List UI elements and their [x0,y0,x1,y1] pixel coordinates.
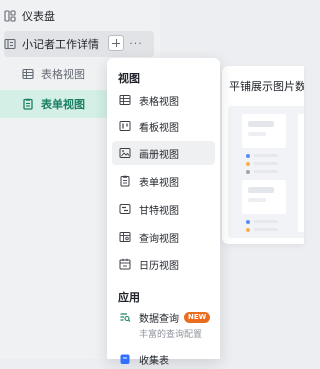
preview-card [242,114,286,148]
sidebar-item-dashboard[interactable]: 仪表盘 [4,3,55,29]
sidebar-item-label: 表单视图 [41,98,85,111]
grid-icon [22,68,34,80]
preview-title: 平铺展示图片数 [229,80,304,93]
sidebar-item-label: 表格视图 [41,68,85,81]
menu-item-label: 日历视图 [139,260,179,272]
form-icon [119,175,131,187]
menu-item-label: 收集表 [139,355,169,367]
preview-dot [246,220,250,224]
menu-item-gallery-view[interactable]: 画册视图 [112,141,215,165]
menu-item-query-view[interactable]: 查询视图 [112,225,215,249]
preview-card [242,180,286,214]
new-badge: NEW [184,311,211,323]
menu-item-data-query[interactable]: 数据查询 NEW 丰富的查询配置 [112,307,215,341]
sidebar-item-label: 仪表盘 [22,10,55,23]
apps-section-title: 应用 [118,291,140,304]
add-view-menu: 视图 表格视图 看板视图 画册视图 表单视图 甘特视图 查询视图 日历视图 应用… [107,58,220,367]
add-view-button[interactable] [108,35,124,51]
calendar-icon [119,258,131,270]
menu-item-label: 数据查询 [139,313,179,325]
table-icon [4,38,16,50]
gantt-icon [119,203,131,215]
grid-icon [119,94,131,106]
menu-item-grid-view[interactable]: 表格视图 [112,88,215,112]
data-query-row: 数据查询 NEW [112,309,211,325]
sidebar-item-label: 小记者工作详情 [22,38,99,51]
kanban-icon [119,120,131,132]
more-icon[interactable]: ··· [128,35,144,51]
menu-item-kanban-view[interactable]: 看板视图 [112,114,215,138]
menu-item-calendar-view[interactable]: 日历视图 [112,252,215,276]
menu-item-label: 表单视图 [139,177,179,189]
menu-item-label: 画册视图 [139,149,179,161]
sidebar-item-table[interactable]: 小记者工作详情 ··· [4,31,154,57]
form-icon [22,98,34,110]
menu-item-label: 看板视图 [139,122,179,134]
gallery-preview-image [228,106,304,238]
gallery-icon [119,147,131,159]
sidebar-item-grid-view[interactable]: 表格视图 [22,61,85,87]
data-query-icon [119,311,131,323]
views-section-title: 视图 [118,72,140,85]
preview-dot [246,154,250,158]
preview-line [254,162,278,165]
preview-line [254,228,278,231]
menu-item-label: 甘特视图 [139,205,179,217]
preview-dot [246,162,250,166]
preview-column [298,114,304,232]
menu-item-label: 表格视图 [139,96,179,108]
preview-dot [246,170,250,174]
preview-line [254,220,278,223]
preview-dot [246,228,250,232]
menu-item-description: 丰富的查询配置 [139,330,203,340]
menu-item-collection-form[interactable]: 收集表 [112,349,215,369]
menu-item-label: 查询视图 [139,233,179,245]
query-icon [119,231,131,243]
menu-item-gantt-view[interactable]: 甘特视图 [112,197,215,221]
view-preview-panel: 平铺展示图片数 [222,66,304,244]
table-actions: ··· [108,35,144,51]
menu-item-form-view[interactable]: 表单视图 [112,169,215,193]
sidebar-item-form-view[interactable]: 表单视图 [0,90,112,118]
preview-line [254,154,278,157]
preview-line [254,170,278,173]
dashboard-icon [4,10,16,22]
collection-form-icon [119,353,131,365]
